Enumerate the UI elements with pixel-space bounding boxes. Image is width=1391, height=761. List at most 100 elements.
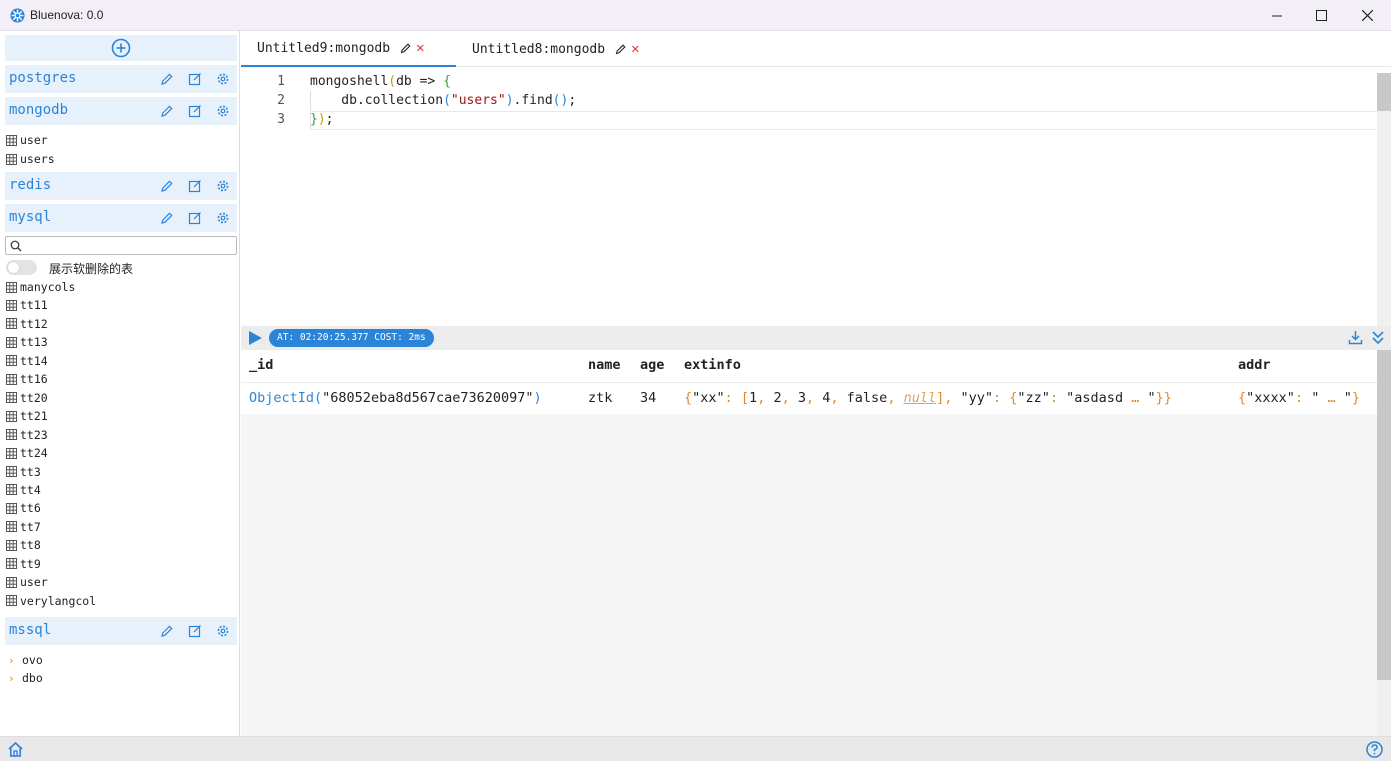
edit-pencil-icon[interactable] (160, 104, 174, 118)
table-icon (6, 484, 17, 496)
edit-pencil-icon[interactable] (160, 179, 174, 193)
edit-square-icon[interactable] (188, 179, 202, 193)
cell-id[interactable]: ObjectId("68052eba8d567cae73620097") (249, 390, 542, 406)
table-item[interactable]: tt12 (6, 315, 48, 333)
table-icon (6, 576, 17, 588)
result-header-row: _id name age extinfo addr (241, 350, 1377, 382)
table-name: verylangcol (20, 593, 97, 608)
column-header[interactable]: age (640, 357, 664, 373)
table-item[interactable]: tt8 (6, 536, 41, 554)
table-item[interactable]: manycols (6, 278, 75, 296)
gear-icon[interactable] (216, 211, 230, 225)
result-scrollbar-thumb[interactable] (1377, 350, 1391, 680)
connection-postgres[interactable]: postgres (5, 65, 237, 93)
table-item[interactable]: tt3 (6, 463, 41, 481)
edit-pencil-icon[interactable] (160, 211, 174, 225)
table-item[interactable]: tt13 (6, 333, 48, 351)
objectid-function: ObjectId (249, 390, 315, 406)
table-item[interactable]: tt20 (6, 389, 48, 407)
schema-name: ovo (22, 653, 43, 667)
column-header[interactable]: _id (249, 357, 273, 373)
table-item[interactable]: tt4 (6, 481, 41, 499)
cell-age[interactable]: 34 (640, 390, 656, 406)
editor-scrollbar-thumb[interactable] (1377, 73, 1391, 111)
tab-untitled9[interactable]: Untitled9:mongodb ✕ (241, 31, 456, 67)
table-item[interactable]: tt16 (6, 370, 48, 388)
table-icon (6, 318, 17, 330)
table-item[interactable]: tt23 (6, 426, 48, 444)
table-name: users (20, 152, 55, 166)
table-search-input[interactable] (5, 236, 237, 255)
code-editor[interactable]: 1 2 3 mongoshell(db => { db.collection("… (241, 67, 1391, 326)
connection-mssql[interactable]: mssql (5, 617, 237, 645)
column-header[interactable]: addr (1238, 357, 1271, 373)
edit-square-icon[interactable] (188, 624, 202, 638)
home-icon[interactable] (7, 741, 24, 758)
close-window-button[interactable] (1344, 0, 1390, 31)
table-item[interactable]: tt9 (6, 555, 41, 573)
edit-pencil-icon[interactable] (160, 72, 174, 86)
objectid-value: "68052eba8d567cae73620097" (322, 390, 534, 406)
edit-pencil-icon[interactable] (400, 42, 412, 54)
table-item[interactable]: tt14 (6, 352, 48, 370)
double-chevron-down-icon[interactable] (1371, 330, 1385, 345)
table-item[interactable]: tt24 (6, 444, 48, 462)
close-tab-icon[interactable]: ✕ (416, 40, 424, 56)
schema-item[interactable]: › dbo (6, 669, 43, 687)
table-icon (6, 392, 17, 404)
table-item[interactable]: user (6, 131, 48, 149)
column-header[interactable]: name (588, 357, 621, 373)
edit-square-icon[interactable] (188, 104, 202, 118)
table-item[interactable]: tt6 (6, 499, 41, 517)
cell-name[interactable]: ztk (588, 390, 612, 406)
show-soft-deleted-toggle[interactable] (6, 260, 37, 275)
schema-item[interactable]: › ovo (6, 651, 43, 669)
table-name: tt16 (20, 372, 48, 387)
download-icon[interactable] (1348, 330, 1363, 345)
table-item[interactable]: users (6, 150, 55, 168)
connection-mysql[interactable]: mysql (5, 204, 237, 232)
table-name: tt14 (20, 353, 48, 368)
close-tab-icon[interactable]: ✕ (631, 41, 639, 57)
tab-untitled8[interactable]: Untitled8:mongodb ✕ (456, 31, 671, 67)
table-name: tt8 (20, 538, 41, 553)
table-item[interactable]: tt7 (6, 518, 41, 536)
table-icon (6, 153, 17, 165)
cell-addr[interactable]: {"xxxx": " … "} (1238, 390, 1360, 406)
gear-icon[interactable] (216, 104, 230, 118)
gear-icon[interactable] (216, 179, 230, 193)
edit-pencil-icon[interactable] (160, 624, 174, 638)
connection-name: mssql (9, 622, 52, 638)
result-table: _id name age extinfo addr ObjectId("6805… (241, 350, 1391, 736)
table-name: tt9 (20, 556, 41, 571)
table-item[interactable]: verylangcol (6, 592, 96, 610)
table-name: user (20, 575, 48, 590)
minimize-button[interactable] (1254, 0, 1300, 31)
table-name: tt12 (20, 316, 48, 331)
table-name: tt6 (20, 501, 41, 516)
column-header[interactable]: extinfo (684, 357, 741, 373)
connection-mongodb[interactable]: mongodb (5, 97, 237, 125)
table-icon (6, 429, 17, 441)
maximize-button[interactable] (1298, 0, 1344, 31)
table-icon (6, 595, 17, 607)
plus-circle-icon (111, 38, 131, 58)
cell-extinfo[interactable]: {"xx": [1, 2, 3, 4, false, null], "yy": … (684, 390, 1172, 406)
gear-icon[interactable] (216, 624, 230, 638)
play-icon[interactable] (247, 330, 263, 346)
tab-label: Untitled8:mongodb (472, 41, 606, 57)
code-line-2: db.collection("users").find(); (310, 93, 577, 108)
table-item[interactable]: user (6, 573, 48, 591)
line-number: 1 (277, 74, 285, 89)
table-item[interactable]: tt11 (6, 296, 48, 314)
table-item[interactable]: tt21 (6, 407, 48, 425)
edit-square-icon[interactable] (188, 211, 202, 225)
edit-pencil-icon[interactable] (615, 43, 627, 55)
result-toolbar: AT: 02:20:25.377 COST: 2ms (241, 326, 1391, 350)
connection-redis[interactable]: redis (5, 172, 237, 200)
add-connection-button[interactable] (5, 35, 237, 61)
table-row[interactable]: ObjectId("68052eba8d567cae73620097") ztk… (241, 382, 1377, 414)
gear-icon[interactable] (216, 72, 230, 86)
edit-square-icon[interactable] (188, 72, 202, 86)
help-icon[interactable] (1366, 741, 1383, 758)
